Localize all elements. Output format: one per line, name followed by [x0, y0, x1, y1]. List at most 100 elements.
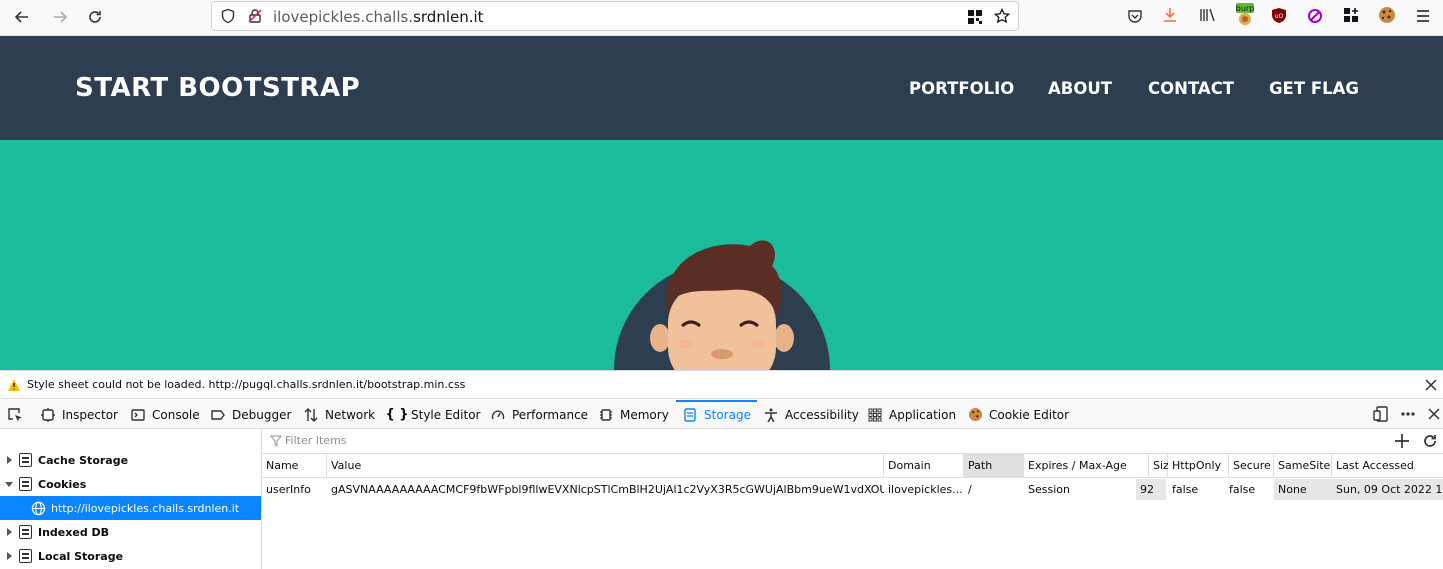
- element-picker-icon[interactable]: [7, 407, 23, 426]
- storage-icon: [682, 407, 698, 423]
- expand-arrow-icon: [7, 552, 12, 560]
- qr-code-icon[interactable]: [967, 9, 983, 28]
- browser-toolbar: ilovepickles.challs.srdnlen.it burp uO: [0, 0, 1443, 36]
- tab-performance[interactable]: Performance: [490, 400, 588, 429]
- accessibility-icon: [763, 407, 779, 423]
- application-grid-icon: [867, 407, 883, 423]
- inspector-icon: [40, 407, 56, 423]
- globe-icon: [31, 501, 46, 515]
- column-header-domain[interactable]: Domain: [884, 454, 964, 478]
- cell-secure[interactable]: false: [1225, 479, 1274, 500]
- insecure-lock-icon[interactable]: [247, 8, 263, 27]
- tab-network[interactable]: Network: [303, 400, 375, 429]
- cell-name[interactable]: userInfo: [262, 479, 327, 500]
- cookies-storage-icon: [19, 477, 32, 491]
- cell-path[interactable]: /: [964, 479, 1024, 500]
- dock-side-icon[interactable]: [1373, 406, 1389, 425]
- shield-icon[interactable]: [220, 8, 236, 27]
- add-item-icon[interactable]: [1394, 433, 1410, 452]
- tab-cookie-editor[interactable]: Cookie Editor: [967, 400, 1069, 429]
- tab-memory[interactable]: Memory: [598, 400, 669, 429]
- column-header-size[interactable]: Size: [1149, 454, 1176, 478]
- column-header-path[interactable]: Path: [964, 454, 1024, 478]
- web-page: START BOOTSTRAP PORTFOLIO ABOUT CONTACT …: [0, 36, 1443, 370]
- avatar-illustration: [614, 240, 830, 370]
- burp-extension-icon[interactable]: burp: [1234, 2, 1256, 31]
- svg-text:uO: uO: [1275, 13, 1284, 20]
- storage-sidebar: Cache Storage Cookies http://ilovepickle…: [0, 429, 262, 569]
- back-arrow-icon: [14, 11, 28, 23]
- style-editor-icon: { }: [385, 407, 409, 422]
- site-navbar: START BOOTSTRAP PORTFOLIO ABOUT CONTACT …: [0, 36, 1443, 140]
- column-header-expires[interactable]: Expires / Max-Age: [1024, 454, 1149, 478]
- cell-size[interactable]: 92: [1136, 479, 1166, 500]
- collapse-arrow-icon: [5, 482, 13, 487]
- column-header-value[interactable]: Value: [327, 454, 884, 478]
- filter-bar: Filter Items: [262, 429, 1443, 454]
- tree-item-cookies[interactable]: Cookies: [0, 472, 261, 496]
- tab-debugger[interactable]: Debugger: [210, 400, 291, 429]
- pocket-icon[interactable]: [1127, 8, 1143, 27]
- tab-console[interactable]: Console: [130, 400, 200, 429]
- tree-item-cookie-host[interactable]: http://ilovepickles.challs.srdnlen.it: [0, 496, 261, 520]
- nav-link-about[interactable]: ABOUT: [1048, 79, 1112, 98]
- column-header-httponly[interactable]: HttpOnly: [1168, 454, 1229, 478]
- performance-gauge-icon: [490, 407, 506, 423]
- local-storage-icon: [19, 549, 32, 563]
- memory-chip-icon: [598, 407, 614, 423]
- reload-button[interactable]: [83, 6, 107, 28]
- close-devtools-icon[interactable]: [1427, 407, 1441, 424]
- filter-icon: [269, 435, 283, 450]
- cookie-editor-extension-icon[interactable]: [1378, 6, 1396, 27]
- tab-storage[interactable]: Storage: [676, 400, 757, 429]
- tree-item-local-storage[interactable]: Local Storage: [0, 544, 261, 568]
- tree-item-indexed-db[interactable]: Indexed DB: [0, 520, 261, 544]
- column-header-last-accessed[interactable]: Last Accessed: [1332, 454, 1443, 478]
- downloads-icon[interactable]: [1162, 7, 1178, 26]
- privacy-blocker-icon[interactable]: [1307, 8, 1323, 27]
- expand-arrow-icon: [7, 528, 12, 536]
- nav-link-get-flag[interactable]: GET FLAG: [1269, 79, 1359, 98]
- bookmark-star-icon[interactable]: [993, 7, 1011, 27]
- url-text[interactable]: ilovepickles.challs.srdnlen.it: [273, 8, 484, 26]
- ublock-origin-icon[interactable]: uO: [1271, 7, 1287, 27]
- library-icon[interactable]: [1199, 7, 1216, 26]
- tab-inspector[interactable]: Inspector: [40, 400, 118, 429]
- warning-icon: [7, 378, 21, 395]
- nav-link-portfolio[interactable]: PORTFOLIO: [909, 79, 1014, 98]
- cell-domain[interactable]: ilovepickles...: [884, 479, 964, 500]
- cell-expires[interactable]: Session: [1024, 479, 1136, 500]
- close-warning-icon[interactable]: [1424, 378, 1438, 395]
- refresh-items-icon[interactable]: [1422, 433, 1438, 452]
- network-icon: [303, 407, 319, 423]
- column-header-name[interactable]: Name: [262, 454, 327, 478]
- indexed-db-icon: [19, 525, 32, 539]
- hero-section: [0, 140, 1443, 370]
- url-bar[interactable]: ilovepickles.challs.srdnlen.it: [211, 1, 1019, 31]
- cell-value[interactable]: gASVNAAAAAAAAACMCF9fbWFpbl9fllwEVXNlcpST…: [327, 479, 884, 500]
- cell-httponly[interactable]: false: [1168, 479, 1229, 500]
- tab-style-editor[interactable]: { } Style Editor: [385, 400, 480, 429]
- extensions-icon[interactable]: [1343, 7, 1359, 26]
- nav-link-contact[interactable]: CONTACT: [1148, 79, 1234, 98]
- cell-last-accessed[interactable]: Sun, 09 Oct 2022 1...: [1332, 479, 1443, 500]
- cookie-icon: [967, 407, 983, 423]
- forward-button[interactable]: [48, 6, 72, 28]
- filter-items-input[interactable]: Filter Items: [285, 434, 347, 447]
- cache-storage-icon: [19, 453, 32, 467]
- reload-icon: [89, 11, 101, 23]
- column-header-secure[interactable]: Secure: [1229, 454, 1274, 478]
- debugger-icon: [210, 407, 226, 423]
- tab-application[interactable]: Application: [867, 400, 956, 429]
- site-brand[interactable]: START BOOTSTRAP: [75, 73, 360, 103]
- burp-label: burp: [1236, 4, 1255, 13]
- tab-accessibility[interactable]: Accessibility: [763, 400, 859, 429]
- console-icon: [130, 407, 146, 423]
- column-header-samesite[interactable]: SameSite: [1274, 454, 1332, 478]
- expand-arrow-icon: [7, 456, 12, 464]
- tree-item-cache-storage[interactable]: Cache Storage: [0, 448, 261, 472]
- cell-samesite[interactable]: None: [1274, 479, 1332, 500]
- hamburger-menu-icon[interactable]: [1415, 8, 1431, 27]
- back-button[interactable]: [10, 6, 34, 28]
- more-options-icon[interactable]: [1400, 406, 1416, 425]
